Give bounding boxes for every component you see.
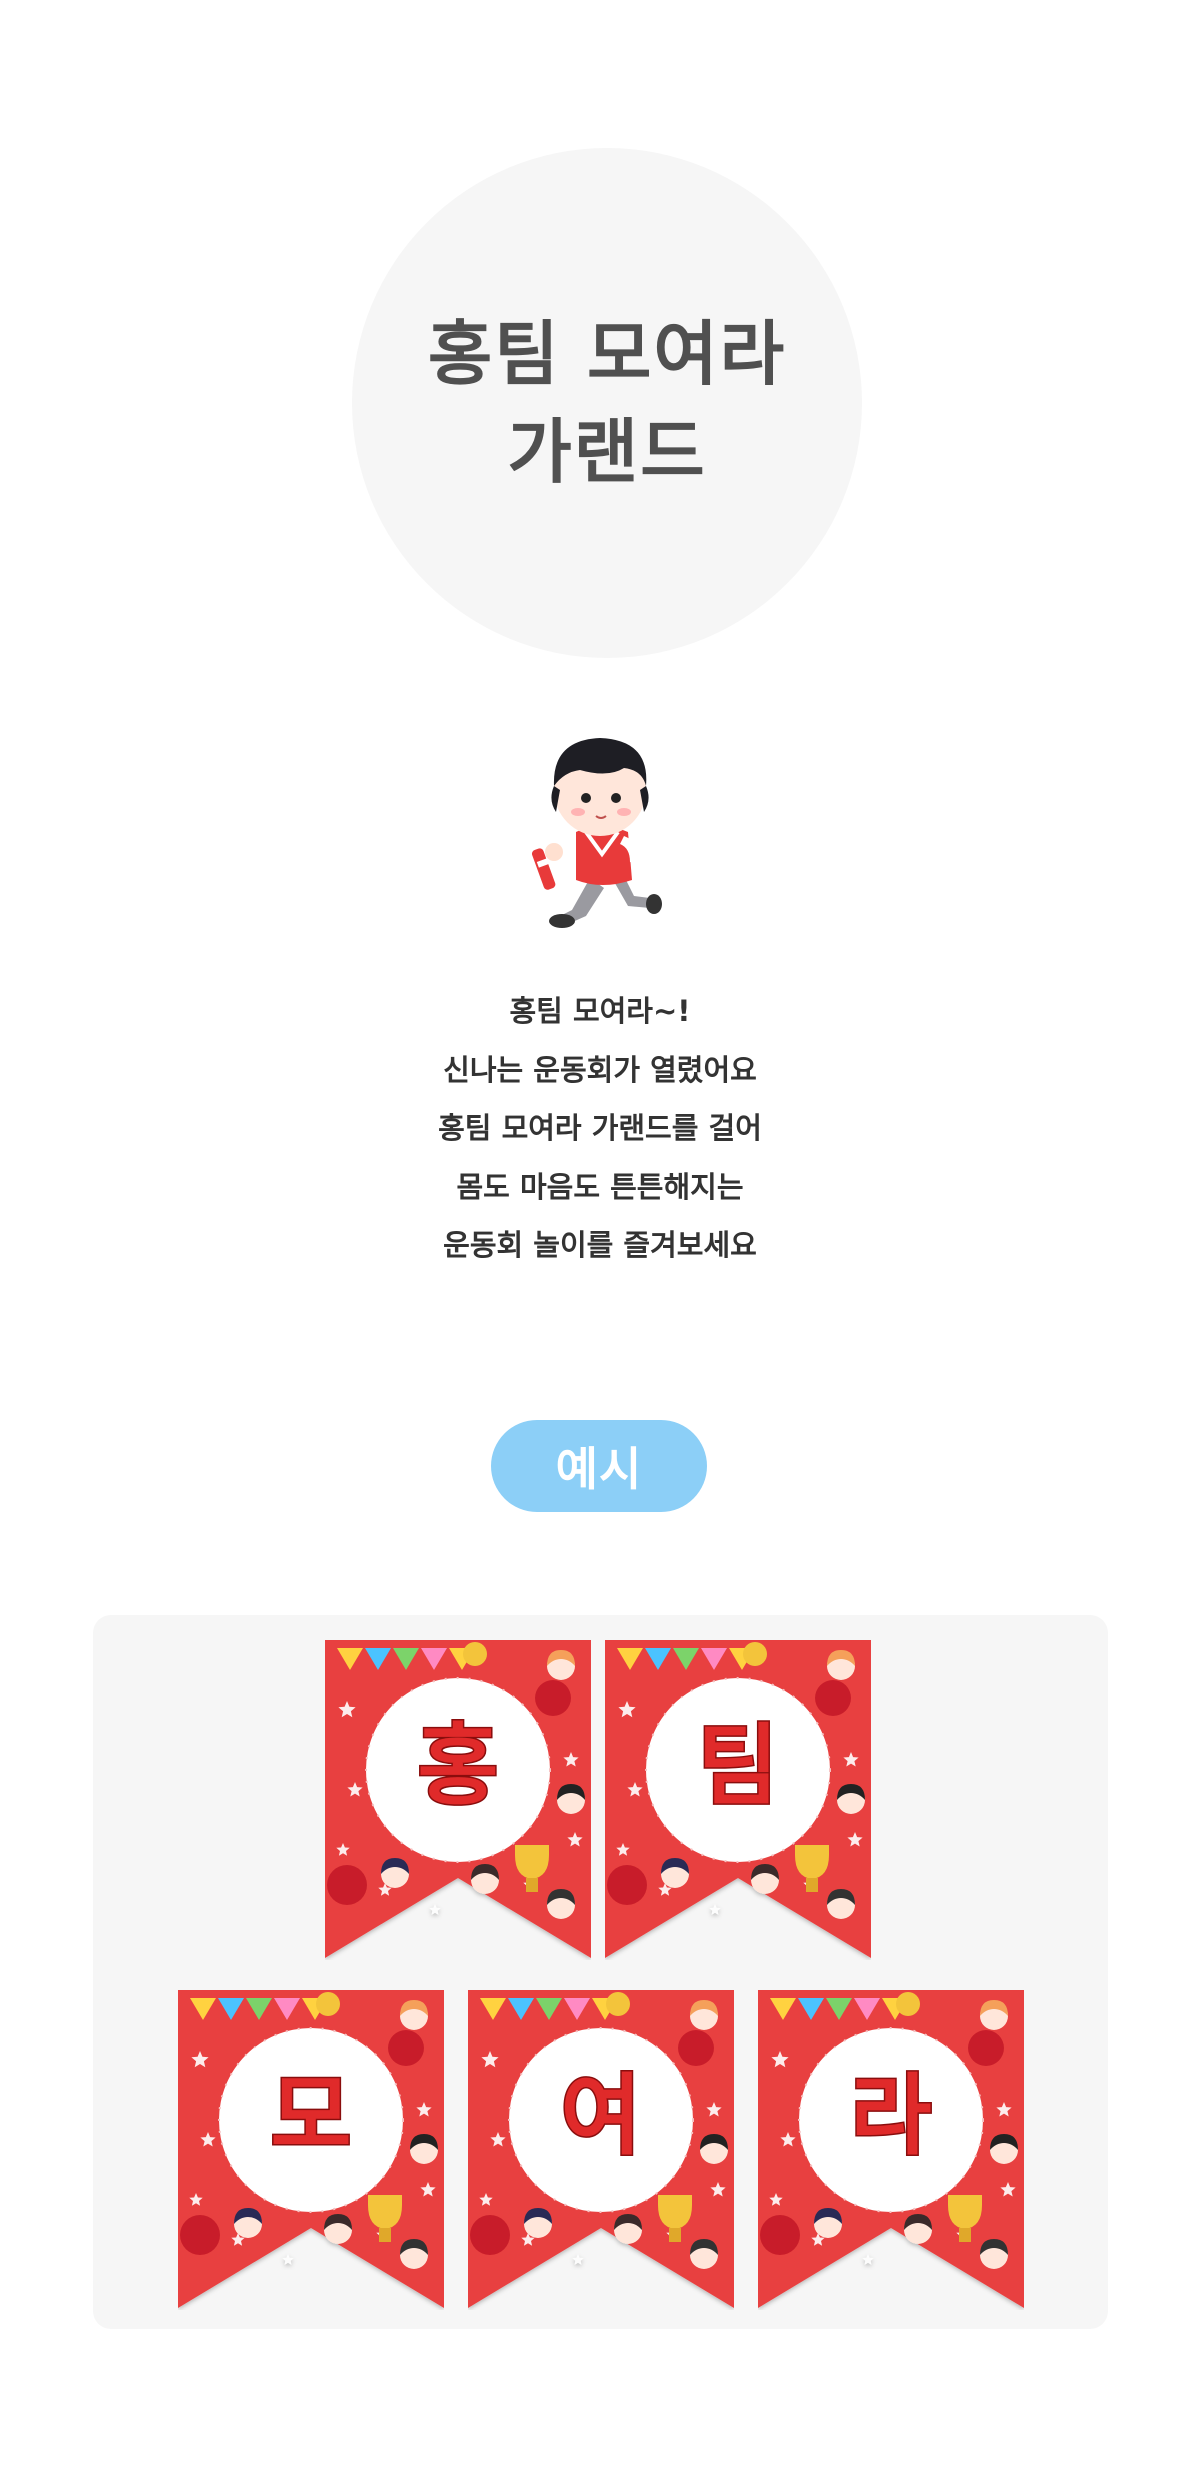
description-line: 몸도 마음도 튼튼해지는 <box>456 1169 744 1204</box>
example-badge: 예시 <box>491 1420 707 1512</box>
description-line: 운동회 놀이를 즐겨보세요 <box>443 1228 757 1262</box>
description-line: 홍팀 모여라 가랜드를 걸어 <box>438 1111 762 1145</box>
flag-letter: 여 <box>561 2064 642 2167</box>
flag-letter: 모 <box>271 2064 352 2167</box>
description-line: 홍팀 모여라~! <box>509 994 691 1028</box>
title-circle: 홍팀 모여라 가랜드 <box>352 148 862 658</box>
garland-flag: 홍 <box>325 1640 591 1960</box>
example-panel: 홍 팀 모 여 라 <box>93 1615 1108 2329</box>
garland-flag: 라 <box>758 1990 1024 2310</box>
flag-letter: 홍 <box>418 1714 499 1817</box>
garland-flag: 여 <box>468 1990 734 2310</box>
page-title-line2: 가랜드 <box>507 411 707 493</box>
garland-flag: 팀 <box>605 1640 871 1960</box>
description-line: 신나는 운동회가 열렸어요 <box>443 1052 757 1087</box>
page-title-line1: 홍팀 모여라 <box>427 313 787 395</box>
description-block: 홍팀 모여라~! 신나는 운동회가 열렸어요 홍팀 모여라 가랜드를 걸어 몸도… <box>300 982 900 1275</box>
running-boy-illustration <box>520 720 680 940</box>
flag-letter: 라 <box>851 2064 932 2167</box>
garland-flag: 모 <box>178 1990 444 2310</box>
flag-letter: 팀 <box>698 1714 779 1817</box>
